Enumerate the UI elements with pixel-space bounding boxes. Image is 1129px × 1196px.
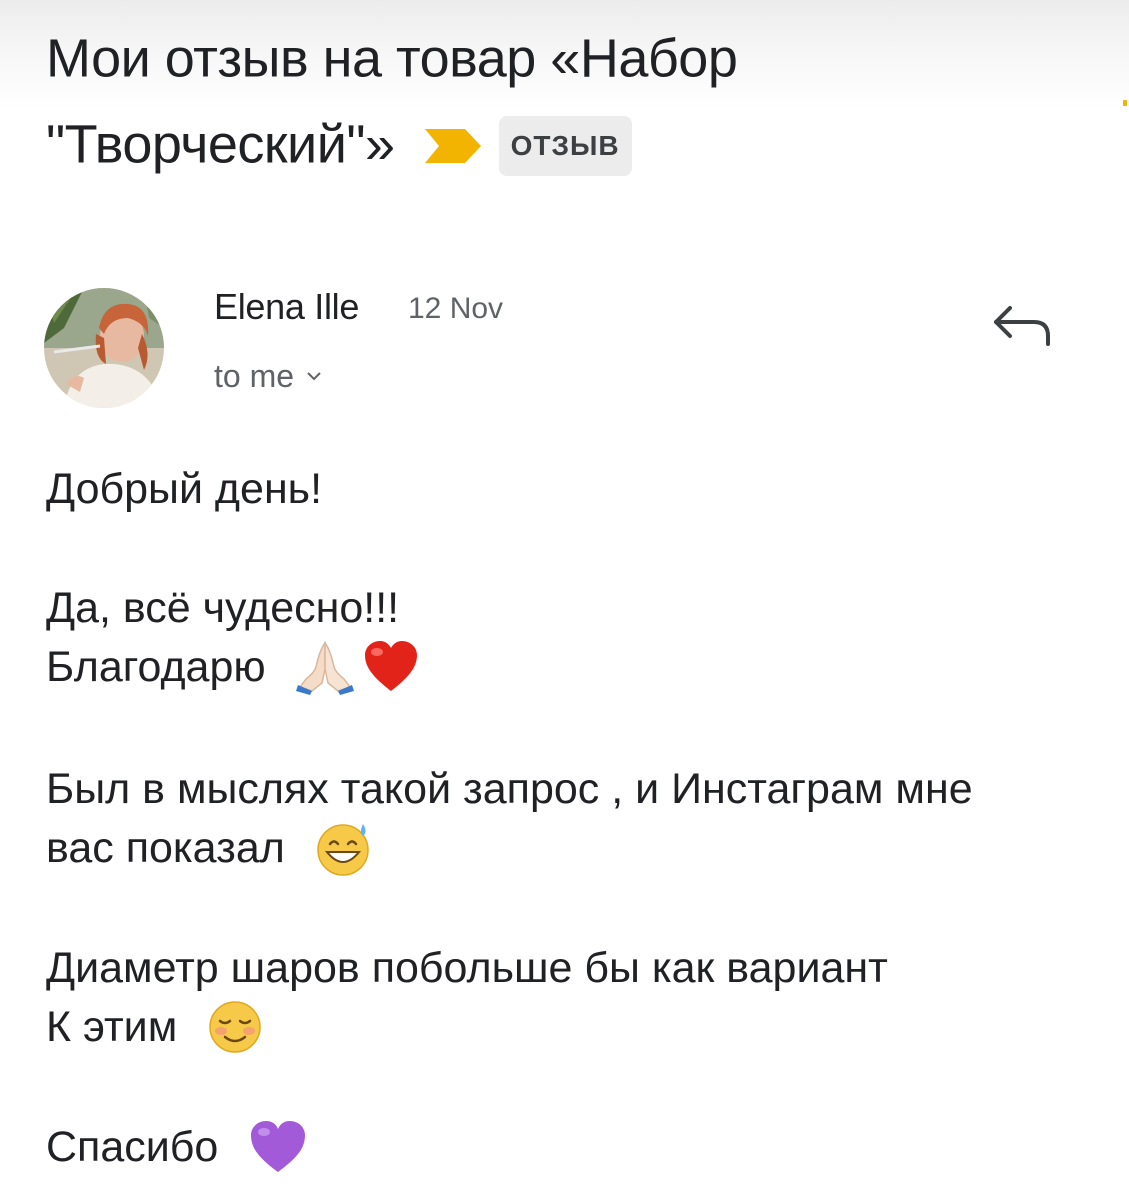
body-line-7: К этим	[46, 998, 265, 1056]
recipient-label: to me	[214, 358, 295, 394]
body-line-3: Благодарю	[46, 638, 420, 696]
sender-avatar[interactable]	[44, 288, 164, 408]
red-heart-emoji	[364, 640, 417, 691]
label-chip[interactable]: ОТЗЫВ	[498, 116, 632, 177]
email-subject: Мои отзыв на товар «Набор "Творческий"» …	[46, 14, 1106, 185]
body-line-3-text: Благодарю	[46, 643, 266, 691]
reply-icon[interactable]	[988, 298, 1056, 352]
chevron-down-icon	[307, 371, 321, 380]
body-line-7-text: К этим	[46, 1003, 178, 1051]
purple-heart-emoji	[251, 1120, 306, 1172]
body-line-8-text: Спасибо	[46, 1123, 219, 1171]
smiling-face-emoji	[209, 1000, 261, 1053]
body-line-5-text: вас показал	[46, 824, 285, 872]
subject-line-1: Мои отзыв на товар «Набор	[46, 28, 738, 89]
corner-indicator	[1123, 100, 1127, 106]
grinning-sweat-emoji	[317, 823, 369, 876]
recipient-details-toggle[interactable]: to me	[214, 358, 322, 395]
body-line-greeting: Добрый день!	[46, 465, 323, 513]
body-line-2: Да, всё чудесно!!!	[46, 584, 400, 632]
subject-line-2: "Творческий"» ОТЗЫВ	[46, 100, 1106, 186]
body-line-8: Спасибо	[46, 1118, 308, 1176]
body-line-5: вас показал	[46, 819, 373, 877]
body-line-4: Был в мыслях такой запрос , и Инстаграм …	[46, 765, 973, 813]
body-line-6: Диаметр шаров побольше бы как вариант	[46, 944, 888, 992]
sender-name[interactable]: Elena Ille	[214, 286, 359, 328]
sent-date: 12 Nov	[408, 292, 504, 325]
importance-marker-icon[interactable]	[424, 129, 481, 164]
folded-hands-emoji	[295, 640, 354, 695]
